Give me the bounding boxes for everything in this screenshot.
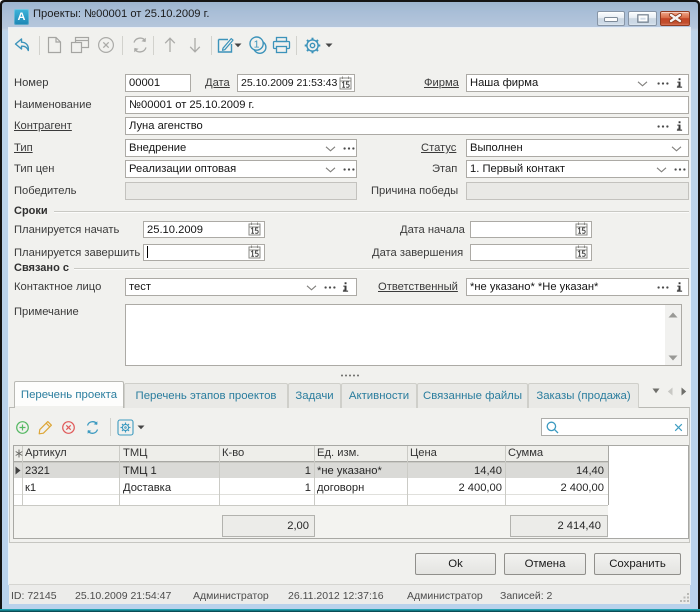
svg-text:1: 1: [254, 38, 260, 50]
